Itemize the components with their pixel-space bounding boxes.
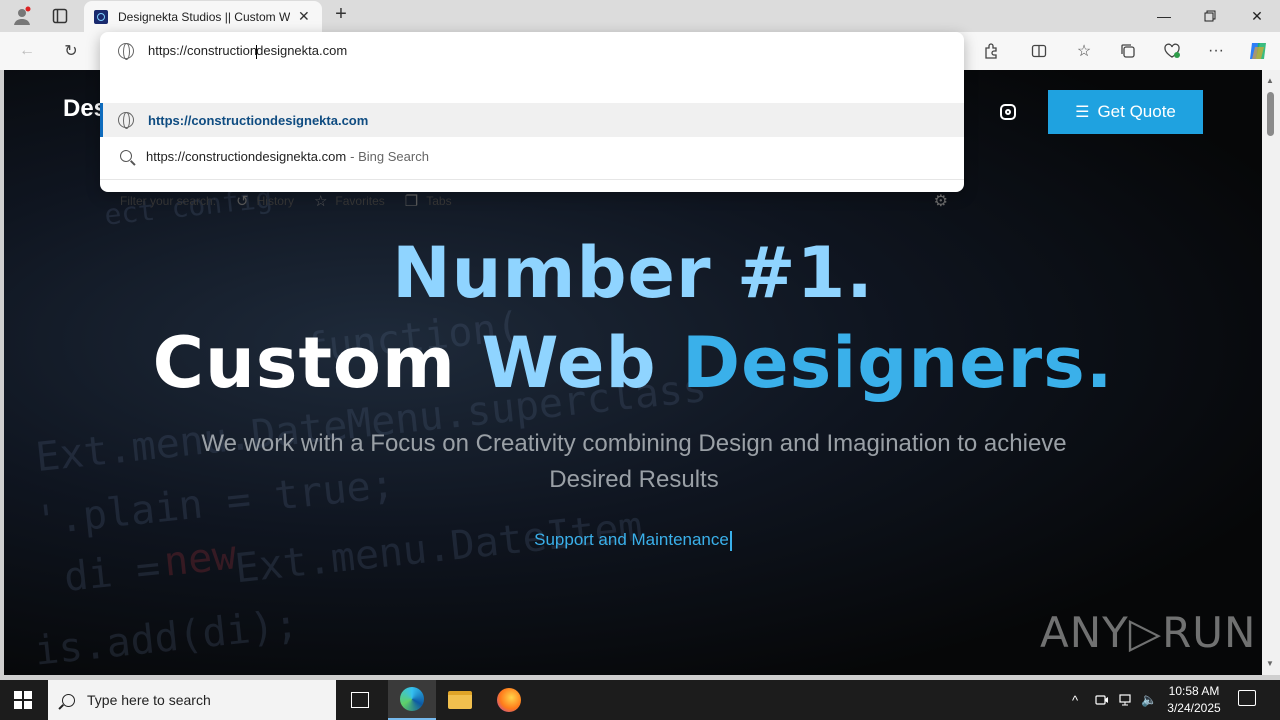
history-icon: ↺	[236, 192, 249, 210]
gear-icon[interactable]: ⚙	[934, 191, 948, 211]
suggestion-search[interactable]: https://constructiondesignekta.com - Bin…	[100, 139, 964, 173]
page-scrollbar[interactable]: ▲ ▼	[1262, 70, 1280, 675]
back-icon[interactable]: ←	[14, 39, 40, 63]
tab-close-icon[interactable]: ✕	[298, 8, 310, 25]
copilot-icon[interactable]	[1245, 39, 1271, 63]
tabs-icon: ❐	[404, 192, 419, 210]
tab-active[interactable]: Designekta Studios || Custom We ✕	[84, 1, 322, 32]
window-close-icon[interactable]: ✕	[1234, 0, 1280, 32]
globe-icon	[118, 112, 134, 129]
favorites-icon[interactable]: ☆	[1071, 39, 1097, 63]
filter-history-label: History	[256, 193, 294, 208]
get-quote-button[interactable]: ☰ Get Quote	[1048, 90, 1203, 134]
filter-tabs[interactable]: ❐ Tabs	[405, 192, 452, 210]
file-explorer-icon[interactable]	[436, 680, 484, 720]
search-icon	[120, 150, 132, 162]
address-value: https://constructiondesignekta.com	[148, 43, 347, 59]
instagram-icon[interactable]	[1000, 104, 1016, 120]
headline-line-2: Custom Web Designers.	[4, 322, 1262, 404]
browser-essentials-icon[interactable]	[1159, 39, 1185, 63]
anyrun-watermark: ANY▷RUN	[1040, 608, 1257, 657]
clock-date: 3/24/2025	[1167, 701, 1221, 715]
filter-favorites-label: Favorites	[335, 193, 385, 208]
firefox-icon[interactable]	[485, 680, 533, 720]
suggestion-text: https://constructiondesignekta.com	[148, 112, 369, 128]
tab-title: Designekta Studios || Custom We	[118, 9, 290, 24]
tab-strip: Designekta Studios || Custom We ✕ + — ✕	[0, 0, 1280, 32]
headline-line-1: Number #1.	[392, 232, 874, 314]
address-bar-dropdown: https://constructiondesignekta.com https…	[100, 32, 964, 210]
typed-tagline: Support and Maintenance	[4, 530, 1262, 551]
search-icon	[62, 693, 75, 707]
system-clock[interactable]: 10:58 AM 3/24/2025	[1160, 683, 1228, 717]
collections-icon[interactable]	[1115, 39, 1141, 63]
taskbar-search[interactable]: Type here to search	[48, 680, 336, 720]
tab-actions-icon[interactable]	[46, 4, 74, 28]
headline-word-designers: Designers.	[681, 322, 1114, 404]
volume-icon[interactable]: 🔈	[1141, 680, 1157, 720]
suggestion-url[interactable]: https://constructiondesignekta.com	[100, 103, 964, 137]
restore-icon[interactable]	[1187, 0, 1233, 32]
taskbar: Type here to search ^ 🔈 10:58 AM 3/24/20…	[0, 680, 1280, 720]
headline-word-web: Web	[481, 322, 682, 404]
code-bg-line: is.add(di);	[32, 601, 301, 675]
hero-lead-text: We work with a Focus on Creativity combi…	[201, 430, 1067, 493]
filter-label: Filter your search:	[120, 193, 217, 208]
scroll-up-icon[interactable]: ▲	[1266, 76, 1274, 85]
windows-start-icon[interactable]	[14, 691, 32, 709]
code-bg-line: di =	[61, 545, 163, 601]
scrollbar-thumb[interactable]	[1267, 92, 1274, 136]
split-screen-icon[interactable]	[1026, 39, 1052, 63]
address-input[interactable]: https://constructiondesignekta.com	[100, 32, 964, 70]
new-tab-button[interactable]: +	[330, 4, 352, 26]
star-icon: ☆	[313, 192, 328, 210]
filter-tabs-label: Tabs	[426, 193, 452, 208]
get-quote-label: Get Quote	[1097, 102, 1176, 121]
search-filter-bar: Filter your search: ↺ History ☆ Favorite…	[100, 179, 964, 221]
address-text-after: designekta.com	[256, 43, 348, 59]
meet-now-icon[interactable]	[1095, 680, 1109, 720]
taskbar-search-placeholder: Type here to search	[87, 692, 211, 708]
minimize-icon[interactable]: —	[1141, 0, 1187, 32]
address-text-before: https://construction	[148, 43, 258, 59]
suggestion-subtext: - Bing Search	[350, 148, 429, 164]
tray-chevron-icon[interactable]: ^	[1072, 680, 1078, 720]
site-favicon-icon	[94, 9, 108, 24]
suggestion-text: https://constructiondesignekta.com	[146, 148, 347, 164]
typed-tagline-text: Support and Maintenance	[534, 530, 729, 549]
extensions-icon[interactable]	[978, 39, 1004, 63]
typing-cursor	[729, 530, 732, 551]
task-view-icon[interactable]	[336, 680, 384, 720]
scroll-down-icon[interactable]: ▼	[1266, 659, 1274, 668]
notification-icon[interactable]	[1238, 690, 1256, 706]
profile-icon[interactable]	[8, 4, 36, 28]
chat-icon: ☰	[1075, 104, 1090, 121]
clock-time: 10:58 AM	[1168, 684, 1220, 698]
filter-favorites[interactable]: ☆ Favorites	[314, 192, 385, 210]
refresh-icon[interactable]: ↻	[58, 39, 84, 63]
headline-word-custom: Custom	[152, 322, 482, 404]
filter-history[interactable]: ↺ History	[236, 192, 294, 210]
globe-icon	[118, 43, 134, 60]
network-icon[interactable]	[1118, 680, 1134, 720]
more-options-icon[interactable]: ···	[1203, 39, 1229, 63]
edge-taskbar-icon[interactable]	[388, 680, 436, 720]
